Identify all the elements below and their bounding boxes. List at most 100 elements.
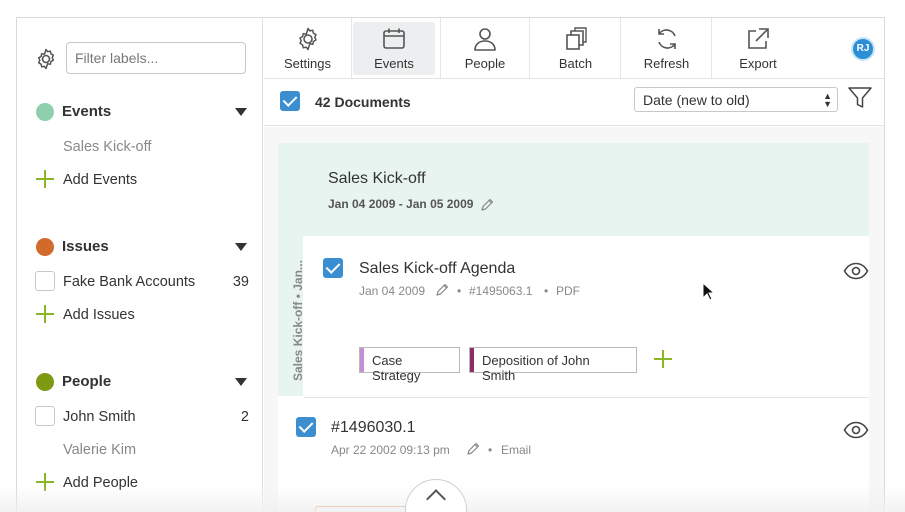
label-item-fake-bank-accounts[interactable]: Fake Bank Accounts 39	[17, 270, 263, 294]
events-group: Events Sales Kick-off Add Events	[17, 100, 263, 200]
tag-case-strategy[interactable]: Case Strategy	[359, 347, 460, 383]
plus-icon	[36, 305, 54, 323]
document-date: Jan 04 2009	[359, 284, 426, 298]
main-toolbar: Settings Events People Batch Refresh Exp…	[264, 18, 884, 79]
document-title[interactable]: Sales Kick-off Agenda	[359, 260, 515, 278]
label-checkbox[interactable]	[35, 406, 55, 426]
mouse-cursor-icon	[702, 282, 716, 301]
refresh-button[interactable]: Refresh	[622, 18, 712, 78]
documents-bar: 42 Documents Date (new to old) ▲ ▼	[264, 80, 884, 126]
filter-funnel-icon[interactable]	[847, 85, 873, 111]
meta-separator: •	[457, 284, 462, 298]
add-events-label: Add Events	[63, 172, 138, 188]
person-icon	[474, 28, 496, 51]
pencil-icon[interactable]	[435, 283, 449, 297]
add-tag-button[interactable]	[654, 350, 672, 368]
tag-color-bar	[470, 348, 474, 372]
chevron-down-icon[interactable]	[235, 378, 247, 386]
eye-icon[interactable]	[843, 262, 869, 280]
avatar[interactable]: RJ	[851, 37, 875, 61]
documents-content: Sales Kick-off Jan 04 2009 - Jan 05 2009…	[264, 127, 884, 512]
meta-separator: •	[488, 443, 493, 457]
pencil-icon[interactable]	[480, 198, 494, 212]
event-vertical-label: Sales Kick-off • Jan...	[291, 260, 305, 381]
select-all-checkbox[interactable]	[280, 91, 300, 111]
events-button[interactable]: Events	[353, 22, 435, 75]
export-button[interactable]: Export	[713, 18, 803, 78]
pencil-icon[interactable]	[466, 442, 480, 456]
issues-group-header[interactable]: Issues	[17, 235, 263, 259]
document-title[interactable]: #1496030.1	[331, 419, 416, 437]
label-item-sales-kickoff[interactable]: Sales Kick-off	[17, 135, 263, 159]
document-row[interactable]: Sales Kick-off Agenda Jan 04 2009 • #149…	[304, 236, 869, 396]
refresh-icon	[657, 29, 676, 49]
events-dot	[36, 103, 54, 121]
labels-sidebar: Events Sales Kick-off Add Events Issues …	[17, 18, 263, 512]
settings-button[interactable]: Settings	[264, 18, 352, 78]
add-people-button[interactable]: Add People	[17, 471, 263, 495]
document-date: Apr 22 2002 09:13 pm	[331, 443, 450, 457]
document-id: #1495063.1	[469, 284, 533, 298]
label-item-text: Sales Kick-off	[63, 139, 152, 155]
event-dates: Jan 04 2009 - Jan 05 2009	[328, 197, 474, 211]
document-count: 42 Documents	[315, 94, 411, 110]
settings-label: Settings	[284, 56, 331, 71]
chevron-down-icon[interactable]	[235, 108, 247, 116]
select-arrows-icon: ▲ ▼	[823, 91, 832, 109]
sort-select-value: Date (new to old)	[643, 92, 750, 108]
tag-label: Deposition of John Smith	[482, 353, 590, 383]
people-dot	[36, 373, 54, 391]
meta-separator: •	[544, 284, 549, 298]
add-people-label: Add People	[63, 475, 138, 491]
tag-label: Case Strategy	[372, 353, 421, 383]
plus-icon	[36, 473, 54, 491]
document-checkbox[interactable]	[296, 417, 316, 437]
chevron-down-icon[interactable]	[235, 243, 247, 251]
label-item-valerie-kim[interactable]: Valerie Kim	[17, 438, 263, 462]
sort-select[interactable]: Date (new to old) ▲ ▼	[634, 87, 838, 112]
tag-color-bar	[360, 348, 364, 372]
export-icon	[748, 28, 769, 49]
event-title: Sales Kick-off	[328, 170, 426, 187]
refresh-label: Refresh	[643, 56, 690, 71]
document-checkbox[interactable]	[323, 258, 343, 278]
label-checkbox[interactable]	[35, 271, 55, 291]
sidebar-header	[17, 18, 263, 98]
gear-icon	[298, 27, 317, 51]
event-card: Sales Kick-off Jan 04 2009 - Jan 05 2009…	[278, 143, 869, 512]
row-divider	[304, 397, 869, 398]
app-window: Events Sales Kick-off Add Events Issues …	[16, 17, 885, 512]
add-issues-label: Add Issues	[63, 307, 135, 323]
people-label: People	[464, 56, 506, 71]
batch-icon	[565, 27, 587, 50]
event-header[interactable]: Sales Kick-off Jan 04 2009 - Jan 05 2009	[278, 143, 869, 236]
batch-label: Batch	[558, 56, 593, 71]
people-group-header[interactable]: People	[17, 370, 263, 394]
label-item-john-smith[interactable]: John Smith 2	[17, 405, 263, 429]
label-item-text: Fake Bank Accounts	[63, 274, 196, 290]
events-label: Events	[374, 56, 414, 71]
add-events-button[interactable]: Add Events	[17, 168, 263, 192]
partial-action-button[interactable]	[315, 506, 410, 512]
issues-group-title: Issues	[62, 238, 109, 255]
export-label: Export	[739, 56, 777, 71]
gear-icon[interactable]	[34, 47, 58, 71]
people-group-title: People	[62, 373, 112, 390]
document-type: PDF	[556, 284, 580, 298]
issues-group: Issues Fake Bank Accounts 39 Add Issues	[17, 235, 263, 335]
calendar-icon	[383, 28, 405, 49]
tag-deposition-john-smith[interactable]: Deposition of John Smith	[469, 347, 637, 383]
label-item-count: 2	[240, 409, 249, 425]
filter-labels-input[interactable]	[66, 42, 246, 74]
label-item-text: Valerie Kim	[63, 442, 137, 458]
document-row[interactable]: #1496030.1 Apr 22 2002 09:13 pm • Email	[278, 399, 869, 499]
events-group-title: Events	[62, 103, 112, 120]
add-issues-button[interactable]: Add Issues	[17, 303, 263, 327]
people-group: People John Smith 2 Valerie Kim Add Peop…	[17, 370, 263, 510]
batch-button[interactable]: Batch	[531, 18, 621, 78]
people-button[interactable]: People	[440, 18, 530, 78]
plus-icon	[36, 170, 54, 188]
chevron-up-icon	[426, 489, 446, 509]
eye-icon[interactable]	[843, 421, 869, 439]
events-group-header[interactable]: Events	[17, 100, 263, 124]
